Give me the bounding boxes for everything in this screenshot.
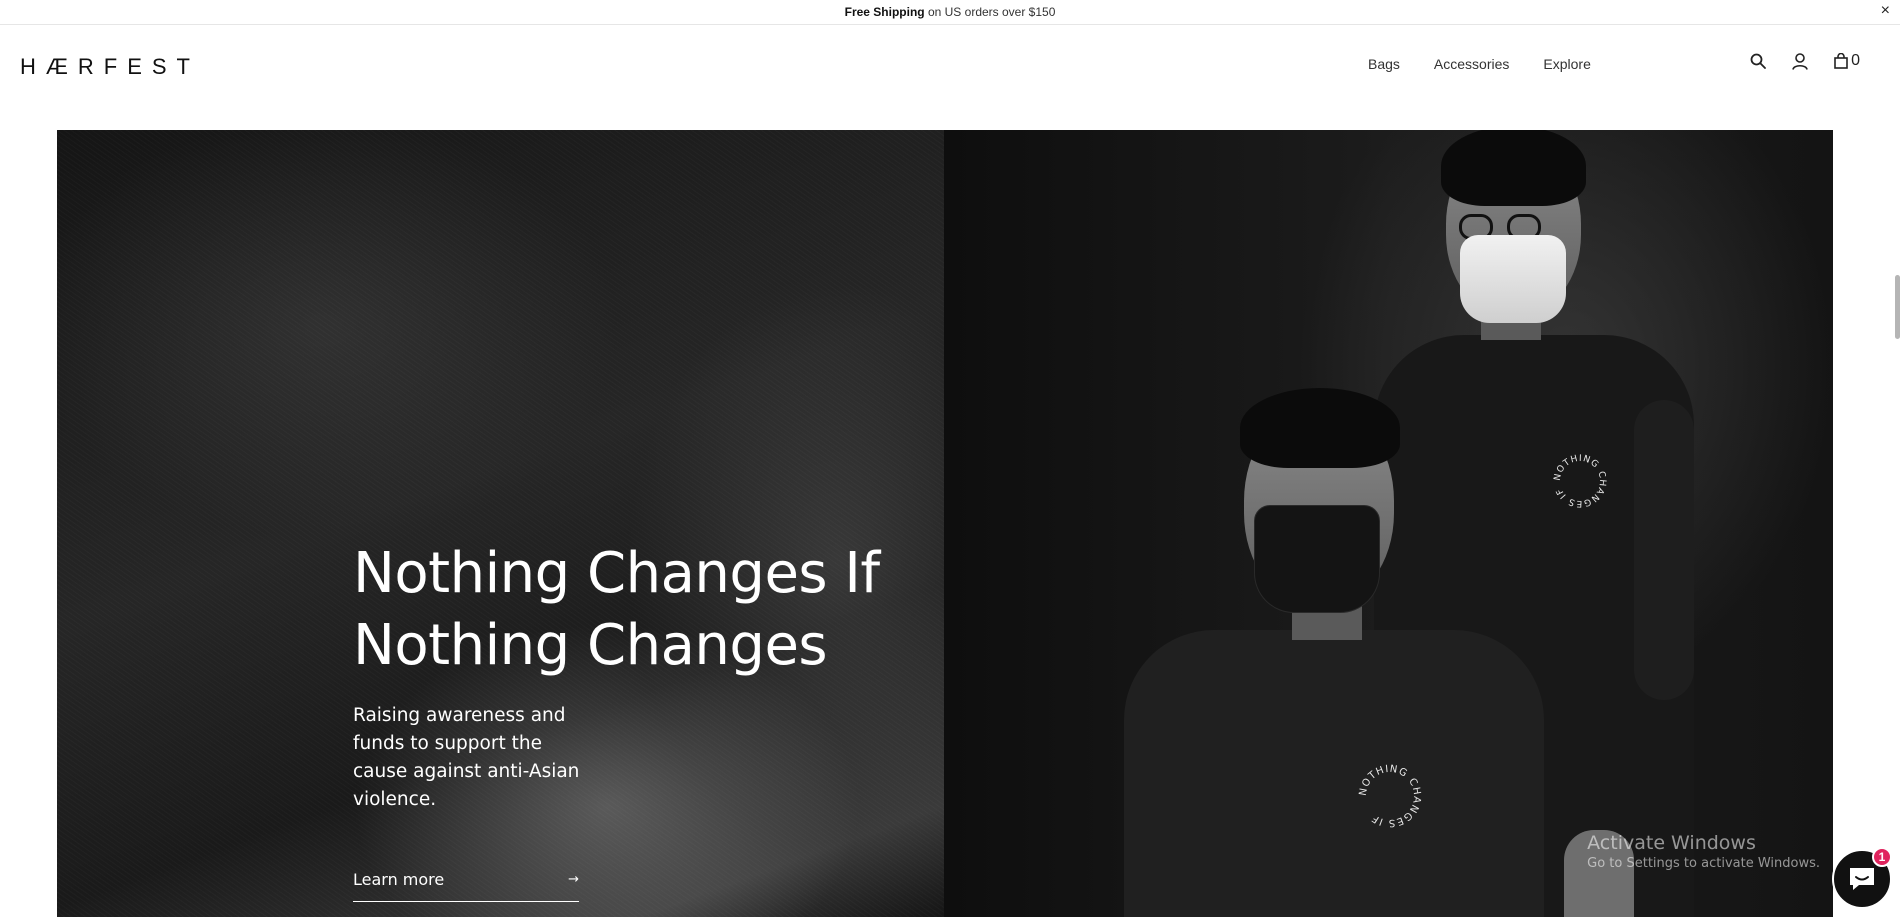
arrow-right-icon: → xyxy=(568,872,579,887)
hero-people-image: NOTHING CHANGES IF NOTHING CHANGES IF xyxy=(944,130,1833,917)
svg-text:NOTHING CHANGES IF: NOTHING CHANGES IF xyxy=(1358,764,1423,828)
nav-item-bags[interactable]: Bags xyxy=(1368,56,1400,72)
announcement-rest-text: on US orders over $150 xyxy=(924,5,1056,19)
announcement-bold-text: Free Shipping xyxy=(844,5,925,19)
cart-count: 0 xyxy=(1851,52,1860,69)
logo[interactable]: HÆRFEST xyxy=(20,54,200,80)
nav-item-accessories[interactable]: Accessories xyxy=(1434,56,1509,72)
search-icon[interactable] xyxy=(1750,53,1766,69)
nav-item-explore[interactable]: Explore xyxy=(1543,56,1590,72)
chat-widget-button[interactable]: 1 xyxy=(1832,847,1892,909)
announcement-bar: Free Shipping on US orders over $150 × xyxy=(0,0,1900,25)
hero-title: Nothing Changes If Nothing Changes xyxy=(353,538,913,682)
site-header: HÆRFEST Bags Accessories Explore 0 xyxy=(0,26,1900,102)
hero-title-line-2: Nothing Changes xyxy=(353,613,828,678)
watermark-title: Activate Windows xyxy=(1587,832,1756,854)
hero-content: Nothing Changes If Nothing Changes Raisi… xyxy=(353,538,913,902)
hero-banner: NOTHING CHANGES IF NOTHING CHANGES IF No… xyxy=(57,130,1833,917)
account-icon[interactable] xyxy=(1792,52,1808,70)
header-icons: 0 xyxy=(1750,52,1860,70)
scrollbar-thumb[interactable] xyxy=(1895,275,1900,339)
announcement-text: Free Shipping on US orders over $150 xyxy=(845,5,1056,19)
person-seated: NOTHING CHANGES IF xyxy=(944,130,1833,917)
chat-icon xyxy=(1847,865,1877,893)
windows-activation-watermark: Activate Windows Go to Settings to activ… xyxy=(1587,831,1820,873)
hero-subtitle: Raising awareness and funds to support t… xyxy=(353,705,580,810)
chat-unread-badge: 1 xyxy=(1872,847,1892,867)
learn-more-link[interactable]: Learn more → xyxy=(353,870,579,902)
close-icon[interactable]: × xyxy=(1881,3,1890,19)
main-nav: Bags Accessories Explore xyxy=(1368,56,1625,72)
learn-more-label: Learn more xyxy=(353,870,445,889)
hero-title-line-1: Nothing Changes If xyxy=(353,541,880,606)
shirt-logo-badge: NOTHING CHANGES IF xyxy=(1358,764,1423,828)
cart-button[interactable]: 0 xyxy=(1834,52,1860,70)
watermark-subtitle: Go to Settings to activate Windows. xyxy=(1587,856,1820,871)
cart-icon xyxy=(1834,53,1848,69)
